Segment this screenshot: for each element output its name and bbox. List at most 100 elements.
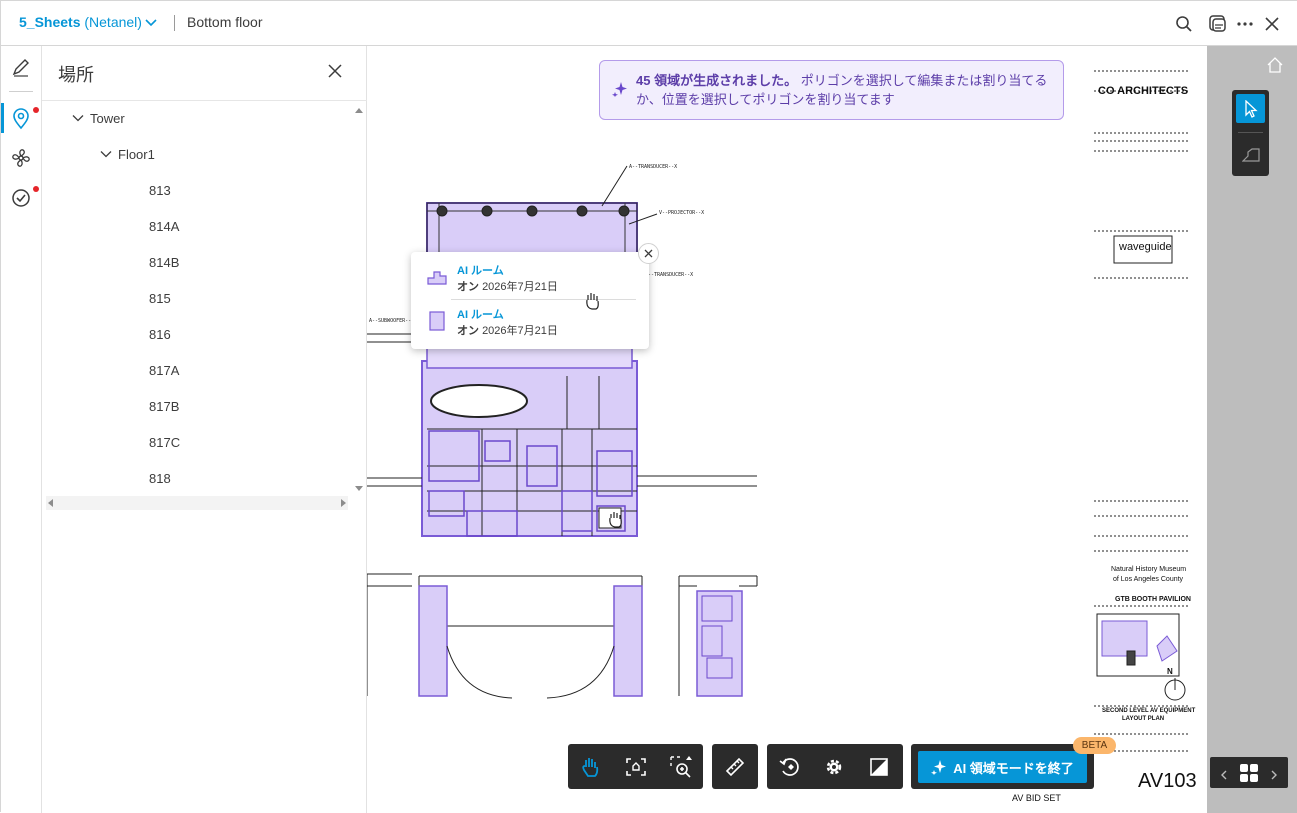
select-tool-button[interactable]: [1236, 94, 1265, 123]
measure-icon[interactable]: [720, 752, 750, 782]
hvac-icon[interactable]: [9, 146, 33, 170]
popup-item-prefix: オン: [457, 325, 479, 337]
navigation-toolbar: [568, 744, 703, 789]
polygon-tool-button[interactable]: [1236, 140, 1265, 169]
popup-item-date-value: 2026年7月21日: [482, 325, 558, 337]
panel-header: 場所: [42, 46, 367, 101]
zoom-area-icon[interactable]: [666, 752, 696, 782]
home-icon[interactable]: [1266, 56, 1284, 79]
popup-close-button[interactable]: [638, 243, 659, 264]
project-selector[interactable]: 5_Sheets (Netanel): [19, 14, 142, 30]
alert-dot: [33, 107, 39, 113]
close-icon[interactable]: [1261, 13, 1283, 35]
sparkle-icon: [612, 81, 628, 102]
drawing-note: V--PROJECTOR--X: [659, 210, 704, 216]
region-popup: AI ルーム オン 2026年7月21日 AI ルーム オン 2026年7月21…: [411, 252, 649, 349]
popup-item-prefix: オン: [457, 281, 479, 293]
tool-divider: [1238, 132, 1263, 133]
chevron-down-icon[interactable]: [144, 15, 158, 34]
app-frame: 5_Sheets (Netanel) Bottom floor 場所 Tower…: [0, 0, 1297, 813]
horizontal-scrollbar[interactable]: [46, 496, 348, 510]
left-rail: [1, 46, 42, 813]
rail-divider: [9, 91, 33, 92]
sheet-title: LAYOUT PLAN: [1122, 716, 1165, 722]
chevron-right-icon[interactable]: [1270, 767, 1278, 785]
exit-ai-region-mode-button[interactable]: AI 領域モードを終了: [918, 751, 1087, 783]
tree-item-room[interactable]: 817A: [149, 360, 179, 380]
chevron-down-icon[interactable]: [72, 112, 84, 124]
beta-badge: BETA: [1073, 737, 1116, 754]
drawing-note: A--SUBWOOFER--X: [369, 318, 414, 324]
project-name: 5_Sheets: [19, 14, 81, 30]
popup-item[interactable]: AI ルーム オン 2026年7月21日: [411, 300, 649, 344]
more-icon[interactable]: [1234, 13, 1256, 35]
measure-toolbar: [712, 744, 758, 789]
project-line: Natural History Museum: [1111, 566, 1187, 573]
tree-label: Tower: [90, 110, 125, 126]
project-line: of Los Angeles County: [1113, 576, 1184, 583]
sheet-title: SECOND LEVEL AV EQUIPMENT: [1102, 708, 1196, 714]
popup-item-date: オン 2026年7月21日: [457, 322, 558, 338]
banner-message-line2: か、位置を選択してポリゴンを割り当てます: [636, 92, 895, 107]
drawing-canvas[interactable]: A--TRANSDUCER--X V--PROJECTOR--X A--TRAN…: [367, 46, 1207, 813]
popup-item[interactable]: AI ルーム オン 2026年7月21日: [411, 256, 649, 300]
consultant-name: waveguide: [1119, 241, 1172, 253]
pan-icon[interactable]: [576, 752, 606, 782]
drawing-note: A--TRANSDUCER--X: [645, 272, 693, 278]
tree-item-room[interactable]: 815: [149, 288, 171, 308]
tree-item-room[interactable]: 814B: [149, 252, 179, 272]
fit-icon[interactable]: [621, 752, 651, 782]
project-owner: (Netanel): [84, 14, 142, 30]
tree-item-room[interactable]: 814A: [149, 216, 179, 236]
chevron-left-icon[interactable]: [1220, 767, 1228, 785]
popup-item-title: AI ルーム: [457, 265, 504, 277]
rail-active-indicator: [1, 103, 4, 133]
hand-cursor-icon: [585, 292, 601, 315]
tree-node-floor1[interactable]: Floor1: [100, 144, 155, 164]
selection-toolbar: [1232, 90, 1269, 176]
project-line: GTB BOOTH PAVILION: [1115, 596, 1191, 603]
sheet-number: AV103: [1138, 770, 1197, 792]
north-arrow-label: N: [1167, 667, 1173, 676]
sparkle-icon: [931, 760, 947, 775]
sheet-set-label: AV BID SET: [1012, 793, 1061, 803]
banner-message-line1: ポリゴンを選択して編集または割り当てる: [800, 73, 1048, 88]
tree-item-room[interactable]: 813: [149, 180, 171, 200]
fullscreen-icon[interactable]: [864, 752, 894, 782]
header-divider: [174, 15, 175, 31]
compare-icon[interactable]: [1207, 13, 1229, 35]
popup-item-title: AI ルーム: [457, 309, 504, 321]
pointer-icon: [1244, 99, 1258, 118]
popup-item-date-value: 2026年7月21日: [482, 281, 558, 293]
tree-item-room[interactable]: 817B: [149, 396, 179, 416]
close-icon[interactable]: [325, 61, 345, 81]
search-icon[interactable]: [1173, 13, 1195, 35]
close-icon: [644, 249, 653, 258]
banner-count: 45 領域が生成されました。: [636, 73, 798, 88]
tree-label: Floor1: [118, 146, 155, 162]
region-thumbnail-icon: [426, 266, 448, 288]
tree-node-tower[interactable]: Tower: [72, 108, 125, 128]
region-thumbnail-icon: [426, 310, 448, 332]
alert-dot: [33, 186, 39, 192]
settings-icon[interactable]: [819, 752, 849, 782]
vertical-scrollbar[interactable]: [353, 106, 365, 496]
rotate-icon[interactable]: [775, 752, 805, 782]
tree-item-room[interactable]: 816: [149, 324, 171, 344]
view-toolbar: [767, 744, 903, 789]
panel-title: 場所: [58, 65, 94, 85]
chevron-down-icon[interactable]: [100, 148, 112, 160]
sheet-name: Bottom floor: [187, 14, 263, 30]
top-header: 5_Sheets (Netanel) Bottom floor: [1, 1, 1297, 46]
polygon-icon: [1241, 147, 1260, 162]
ai-regions-banner: 45 領域が生成されました。 ポリゴンを選択して編集または割り当てる か、位置を…: [599, 60, 1064, 120]
tree-item-room[interactable]: 818: [149, 468, 171, 488]
tree-item-room[interactable]: 817C: [149, 432, 180, 452]
drawing-note: A--TRANSDUCER--X: [629, 164, 677, 170]
grid-icon[interactable]: [1239, 763, 1259, 788]
check-icon[interactable]: [9, 186, 33, 210]
location-icon[interactable]: [9, 107, 33, 131]
firm-name: CO ARCHITECTS: [1098, 85, 1189, 97]
markup-icon[interactable]: [9, 55, 33, 79]
floor-plan-drawing[interactable]: A--TRANSDUCER--X V--PROJECTOR--X A--TRAN…: [367, 46, 1207, 813]
